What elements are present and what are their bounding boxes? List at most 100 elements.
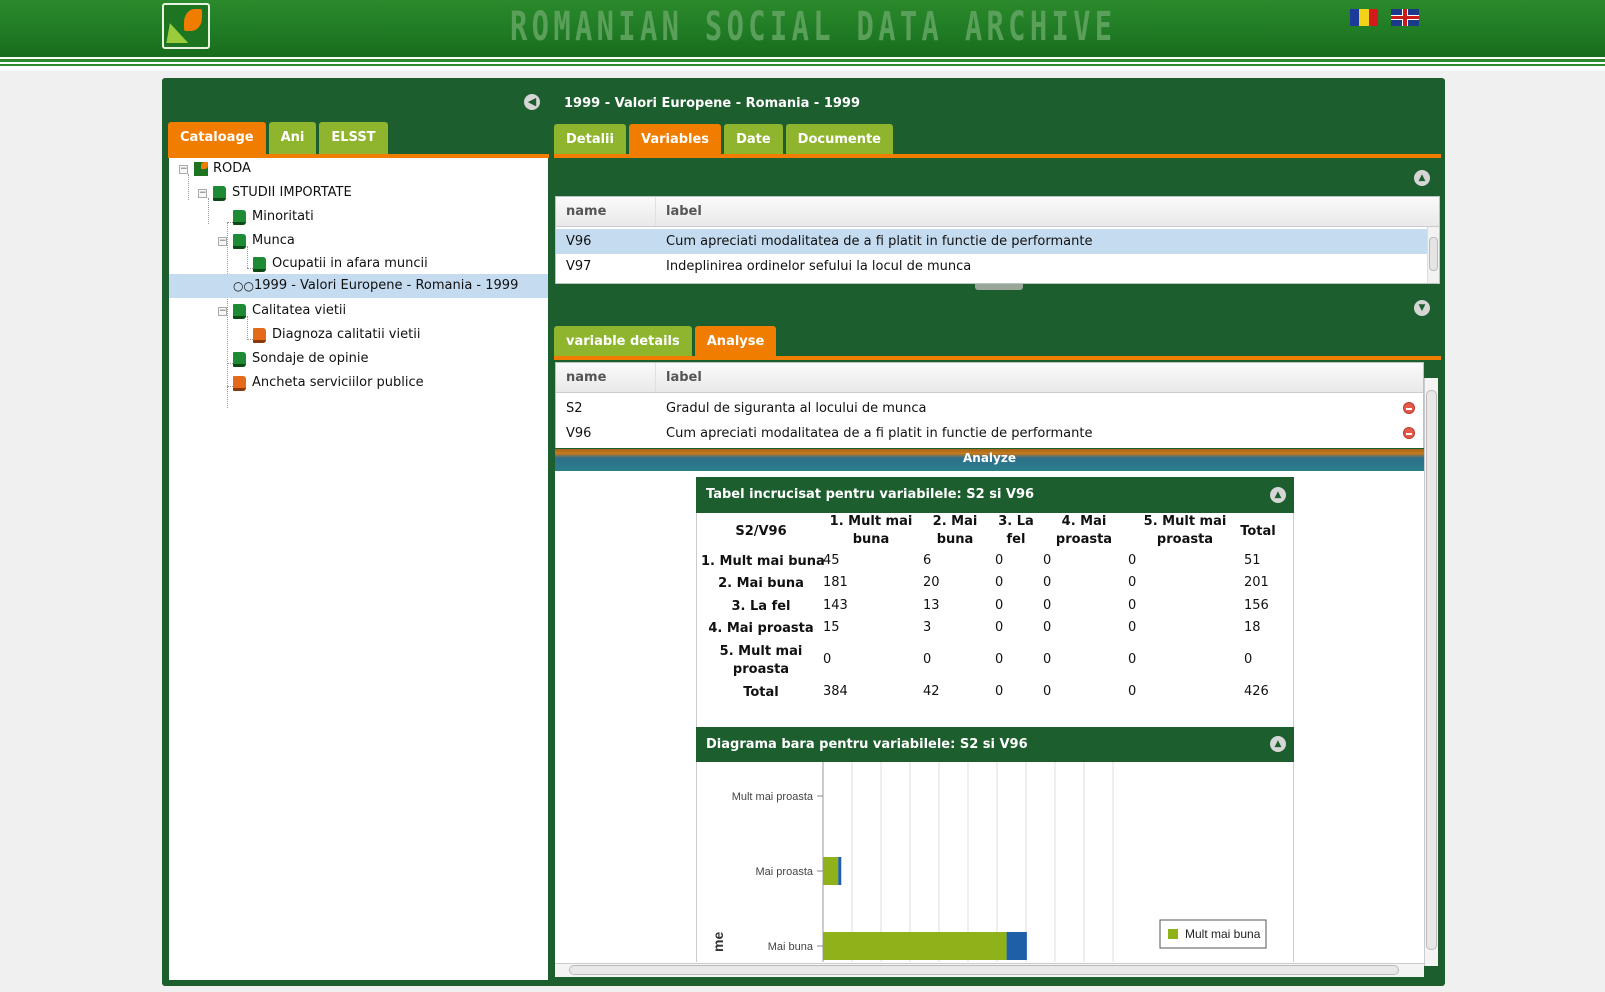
scrollbar[interactable] <box>1427 227 1439 283</box>
tab-variable-details[interactable]: variable details <box>554 326 692 358</box>
table-row[interactable]: V96 Cum apreciati modalitatea de a fi pl… <box>556 421 1423 446</box>
crosstab-row-label: 2. Mai buna <box>718 576 804 591</box>
tree-item-sondaje[interactable]: Sondaje de opinie <box>233 347 368 371</box>
collapse-icon[interactable]: − <box>218 236 227 246</box>
tab-elsst[interactable]: ELSST <box>319 122 388 154</box>
romanian-flag-icon[interactable] <box>1350 9 1378 26</box>
table-row[interactable]: V96 Cum apreciati modalitatea de a fi pl… <box>556 229 1427 254</box>
crosstab-cell: 143 <box>823 598 848 613</box>
collapse-crosstab-icon[interactable]: ▲ <box>1270 487 1286 503</box>
bar-chart: Mult mai proasta Mai proasta Mai buna me Mul… <box>696 762 1294 962</box>
collapse-barchart-icon[interactable]: ▲ <box>1270 736 1286 752</box>
catalog-tree: − RODA − STUDII IMPORTATE Minoritati − M… <box>169 158 548 980</box>
crosstab-cell: 0 <box>1043 620 1052 635</box>
crosstab-cell: 181 <box>823 575 848 590</box>
remove-icon[interactable] <box>1403 402 1415 414</box>
tree-item-munca[interactable]: − Munca <box>218 229 295 253</box>
english-flag-icon[interactable] <box>1391 9 1419 26</box>
crosstab-cell: 201 <box>1244 575 1269 590</box>
tree-item-selected-study[interactable]: ○○ 1999 - Valori Europene - Romania - 19… <box>169 274 548 298</box>
crosstab-cell: 0 <box>1128 684 1137 699</box>
crosstab-cell: 0 <box>1128 598 1137 613</box>
tree-item-label: Sondaje de opinie <box>252 351 369 366</box>
table-row[interactable]: S2 Gradul de siguranta al locului de mun… <box>556 396 1423 421</box>
details-tabs: variable details Analyse <box>554 326 777 358</box>
crosstab-row-label: 1. Mult mai buna <box>701 554 825 569</box>
cell-name: V96 <box>566 234 592 249</box>
bar-segment <box>1006 932 1027 960</box>
crosstab-cell: 0 <box>1128 652 1137 667</box>
crosstab-cell: 0 <box>1128 553 1137 568</box>
analyze-button[interactable]: Analyze <box>555 449 1424 471</box>
book-icon <box>213 185 226 201</box>
column-name[interactable]: name <box>556 363 656 392</box>
crosstab-cell: 0 <box>995 553 1004 568</box>
crosstab-title: Tabel incrucisat pentru variabilele: S2 … <box>706 487 1035 502</box>
splitter-handle[interactable] <box>975 284 1023 290</box>
collapse-icon[interactable]: − <box>198 188 207 198</box>
crosstab-cell: 156 <box>1244 598 1269 613</box>
tab-analyse[interactable]: Analyse <box>694 326 777 358</box>
crosstab-row-label: 3. La fel <box>731 599 791 614</box>
book-icon <box>233 351 246 367</box>
crosstab-cell: 0 <box>1043 575 1052 590</box>
crosstab-cell: 0 <box>923 652 932 667</box>
collapse-down-icon[interactable]: ▼ <box>1414 300 1430 316</box>
book-icon <box>233 233 246 249</box>
remove-icon[interactable] <box>1403 427 1415 439</box>
table-row[interactable]: V97 Indeplinirea ordinelor sefului la lo… <box>556 254 1427 279</box>
collapse-icon[interactable]: − <box>218 306 227 316</box>
tab-variables[interactable]: Variables <box>628 124 722 156</box>
crosstab-cell: 51 <box>1244 553 1261 568</box>
tree-item-minoritati[interactable]: Minoritati <box>233 205 314 229</box>
crosstab-cell: 0 <box>1043 553 1052 568</box>
book-icon <box>233 209 246 225</box>
roda-logo[interactable] <box>162 3 210 49</box>
tree-item-calitatea-vietii[interactable]: − Calitatea vietii <box>218 299 346 323</box>
crosstab-cell: 0 <box>1128 620 1137 635</box>
cell-label: Gradul de siguranta al locului de munca <box>666 401 927 416</box>
vertical-scrollbar[interactable] <box>1424 378 1438 966</box>
y-axis-label: me <box>710 932 726 952</box>
cell-label: Indeplinirea ordinelor sefului la locul … <box>666 259 972 274</box>
tree-item-ancheta[interactable]: Ancheta serviciilor publice <box>233 371 424 395</box>
crosstab-cell: 426 <box>1244 684 1269 699</box>
crosstab-table: S2/V96 1. Mult mai buna 2. Mai buna 3. La fel 4… <box>696 513 1294 729</box>
tree-item-roda[interactable]: − RODA <box>179 157 251 181</box>
grid-header: name label <box>556 197 1439 227</box>
crosstab-row-label: 5. Mult mai proasta <box>719 644 803 677</box>
crosstab-cell: 6 <box>923 553 932 568</box>
collapse-icon[interactable]: − <box>179 164 188 174</box>
tree-item-ocupatii[interactable]: Ocupatii in afara muncii <box>253 252 428 276</box>
crosstab-cell: 20 <box>923 575 940 590</box>
crosstab-cell: 18 <box>1244 620 1261 635</box>
column-label[interactable]: label <box>656 363 702 392</box>
crosstab-cell: 3 <box>923 620 932 635</box>
crosstab-cell: 0 <box>995 575 1004 590</box>
analyse-grid: name label S2 Gradul de siguranta al loc… <box>555 362 1424 448</box>
tree-item-studii-importate[interactable]: − STUDII IMPORTATE <box>198 181 352 205</box>
roda-icon <box>194 162 208 176</box>
collapse-left-panel-icon[interactable]: ◀ <box>524 94 540 110</box>
tree-item-label: Ancheta serviciilor publice <box>252 375 424 390</box>
tree-item-diagnoza[interactable]: Diagnoza calitatii vietii <box>253 323 420 347</box>
column-label[interactable]: label <box>656 197 702 226</box>
book-icon <box>233 303 246 319</box>
study-title: 1999 - Valori Europene - Romania - 1999 <box>564 96 861 111</box>
cell-name: V96 <box>566 426 592 441</box>
crosstab-cell: 0 <box>995 598 1004 613</box>
category-tick-label: Mai buna <box>768 941 814 953</box>
tab-ani[interactable]: Ani <box>268 122 317 154</box>
cell-label: Cum apreciati modalitatea de a fi platit… <box>666 234 1093 249</box>
column-name[interactable]: name <box>556 197 656 226</box>
collapse-up-icon[interactable]: ▲ <box>1414 170 1430 186</box>
tree-item-label: RODA <box>213 161 251 176</box>
crosstab-row-label: Total <box>743 685 779 700</box>
horizontal-scrollbar[interactable] <box>555 963 1424 977</box>
tab-cataloage[interactable]: Cataloage <box>168 122 266 154</box>
crosstab-cell: 0 <box>1128 575 1137 590</box>
crosstab-cell: 42 <box>923 684 940 699</box>
tab-date[interactable]: Date <box>724 124 783 156</box>
tab-documente[interactable]: Documente <box>785 124 894 156</box>
tab-detalii[interactable]: Detalii <box>554 124 626 156</box>
